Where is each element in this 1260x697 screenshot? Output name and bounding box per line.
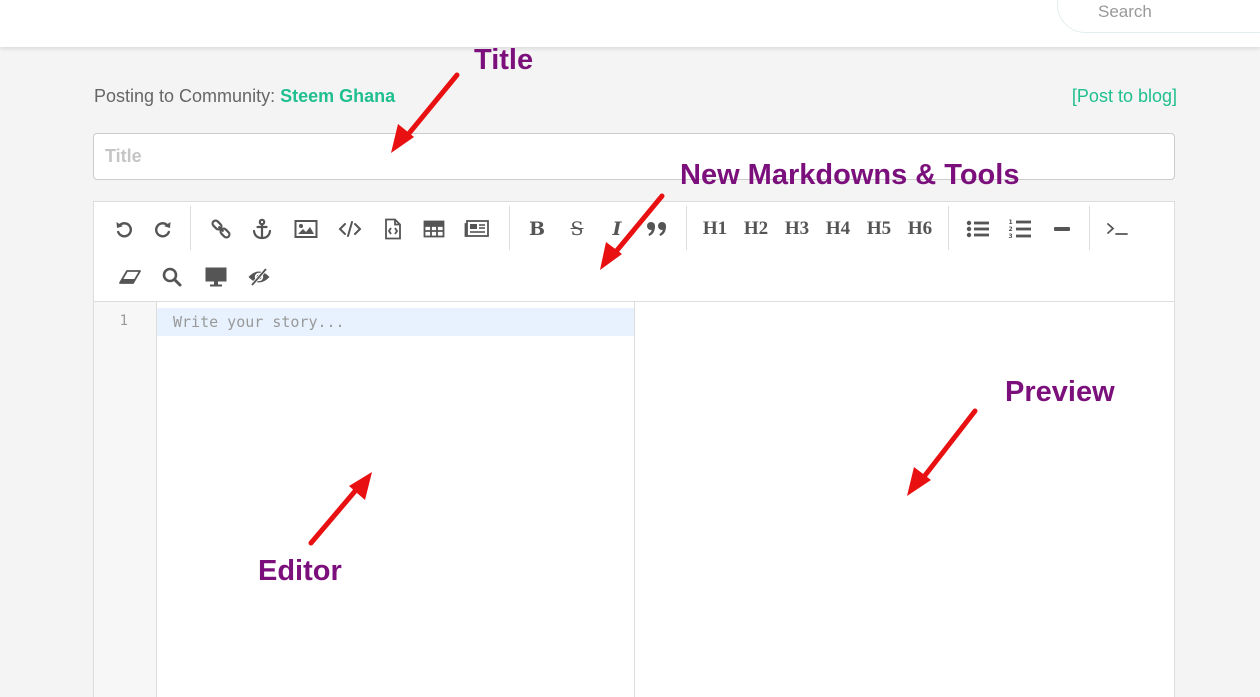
toolbar-separator xyxy=(509,206,510,250)
toolbar-separator xyxy=(948,206,949,250)
unordered-list-icon[interactable] xyxy=(962,213,994,245)
strikethrough-button[interactable]: S xyxy=(561,213,593,245)
search-icon[interactable] xyxy=(156,261,188,293)
heading-5-button[interactable]: H5 xyxy=(862,213,896,245)
search-input[interactable] xyxy=(1098,1,1260,23)
heading-6-button[interactable]: H6 xyxy=(903,213,937,245)
line-number: 1 xyxy=(119,313,128,329)
monitor-icon[interactable] xyxy=(200,261,232,293)
heading-3-button[interactable]: H3 xyxy=(780,213,814,245)
eraser-icon[interactable] xyxy=(114,261,146,293)
anchor-icon[interactable] xyxy=(246,213,278,245)
code-file-icon[interactable] xyxy=(377,213,409,245)
top-navigation-bar xyxy=(0,0,1260,47)
undo-icon[interactable] xyxy=(108,213,140,245)
redo-icon[interactable] xyxy=(147,213,179,245)
svg-text:2: 2 xyxy=(1009,226,1013,233)
ordered-list-icon[interactable]: 123 xyxy=(1004,213,1036,245)
post-to-blog-link[interactable]: [Post to blog] xyxy=(1072,86,1177,107)
posting-to-community: Posting to Community: Steem Ghana xyxy=(94,86,395,107)
toolbar-separator xyxy=(190,206,191,250)
annotation-title: Title xyxy=(474,44,534,76)
community-link[interactable]: Steem Ghana xyxy=(280,86,395,106)
horizontal-rule-icon[interactable] xyxy=(1046,213,1078,245)
toolbar-separator xyxy=(1089,206,1090,250)
heading-1-button[interactable]: H1 xyxy=(698,213,732,245)
editor-toolbar: B S I H1 H2 H3 H4 H5 H6 123 xyxy=(94,202,1174,302)
search-box[interactable] xyxy=(1057,0,1260,33)
annotation-editor: Editor xyxy=(258,555,342,587)
svg-text:1: 1 xyxy=(1009,219,1013,226)
editor-input-area[interactable]: Write your story... xyxy=(157,302,635,697)
annotation-tools: New Markdowns & Tools xyxy=(680,159,1020,191)
quote-icon[interactable] xyxy=(641,213,673,245)
article-icon[interactable] xyxy=(461,213,493,245)
table-icon[interactable] xyxy=(418,213,450,245)
editor-placeholder: Write your story... xyxy=(173,313,345,331)
arrow-to-title xyxy=(403,72,460,140)
italic-button[interactable]: I xyxy=(601,213,633,245)
svg-text:3: 3 xyxy=(1009,233,1013,240)
bold-button[interactable]: B xyxy=(521,213,553,245)
heading-4-button[interactable]: H4 xyxy=(821,213,855,245)
line-number-gutter: 1 xyxy=(94,302,157,697)
image-icon[interactable] xyxy=(290,213,322,245)
annotation-preview: Preview xyxy=(1005,376,1115,408)
posting-label: Posting to Community: xyxy=(94,86,276,106)
link-icon[interactable] xyxy=(205,213,237,245)
toolbar-separator xyxy=(686,206,687,250)
preview-pane xyxy=(635,302,1174,697)
markdown-editor: B S I H1 H2 H3 H4 H5 H6 123 1 Write your… xyxy=(93,201,1175,697)
eye-slash-icon[interactable] xyxy=(243,261,275,293)
heading-2-button[interactable]: H2 xyxy=(739,213,773,245)
code-icon[interactable] xyxy=(334,213,366,245)
terminal-icon[interactable] xyxy=(1102,213,1134,245)
